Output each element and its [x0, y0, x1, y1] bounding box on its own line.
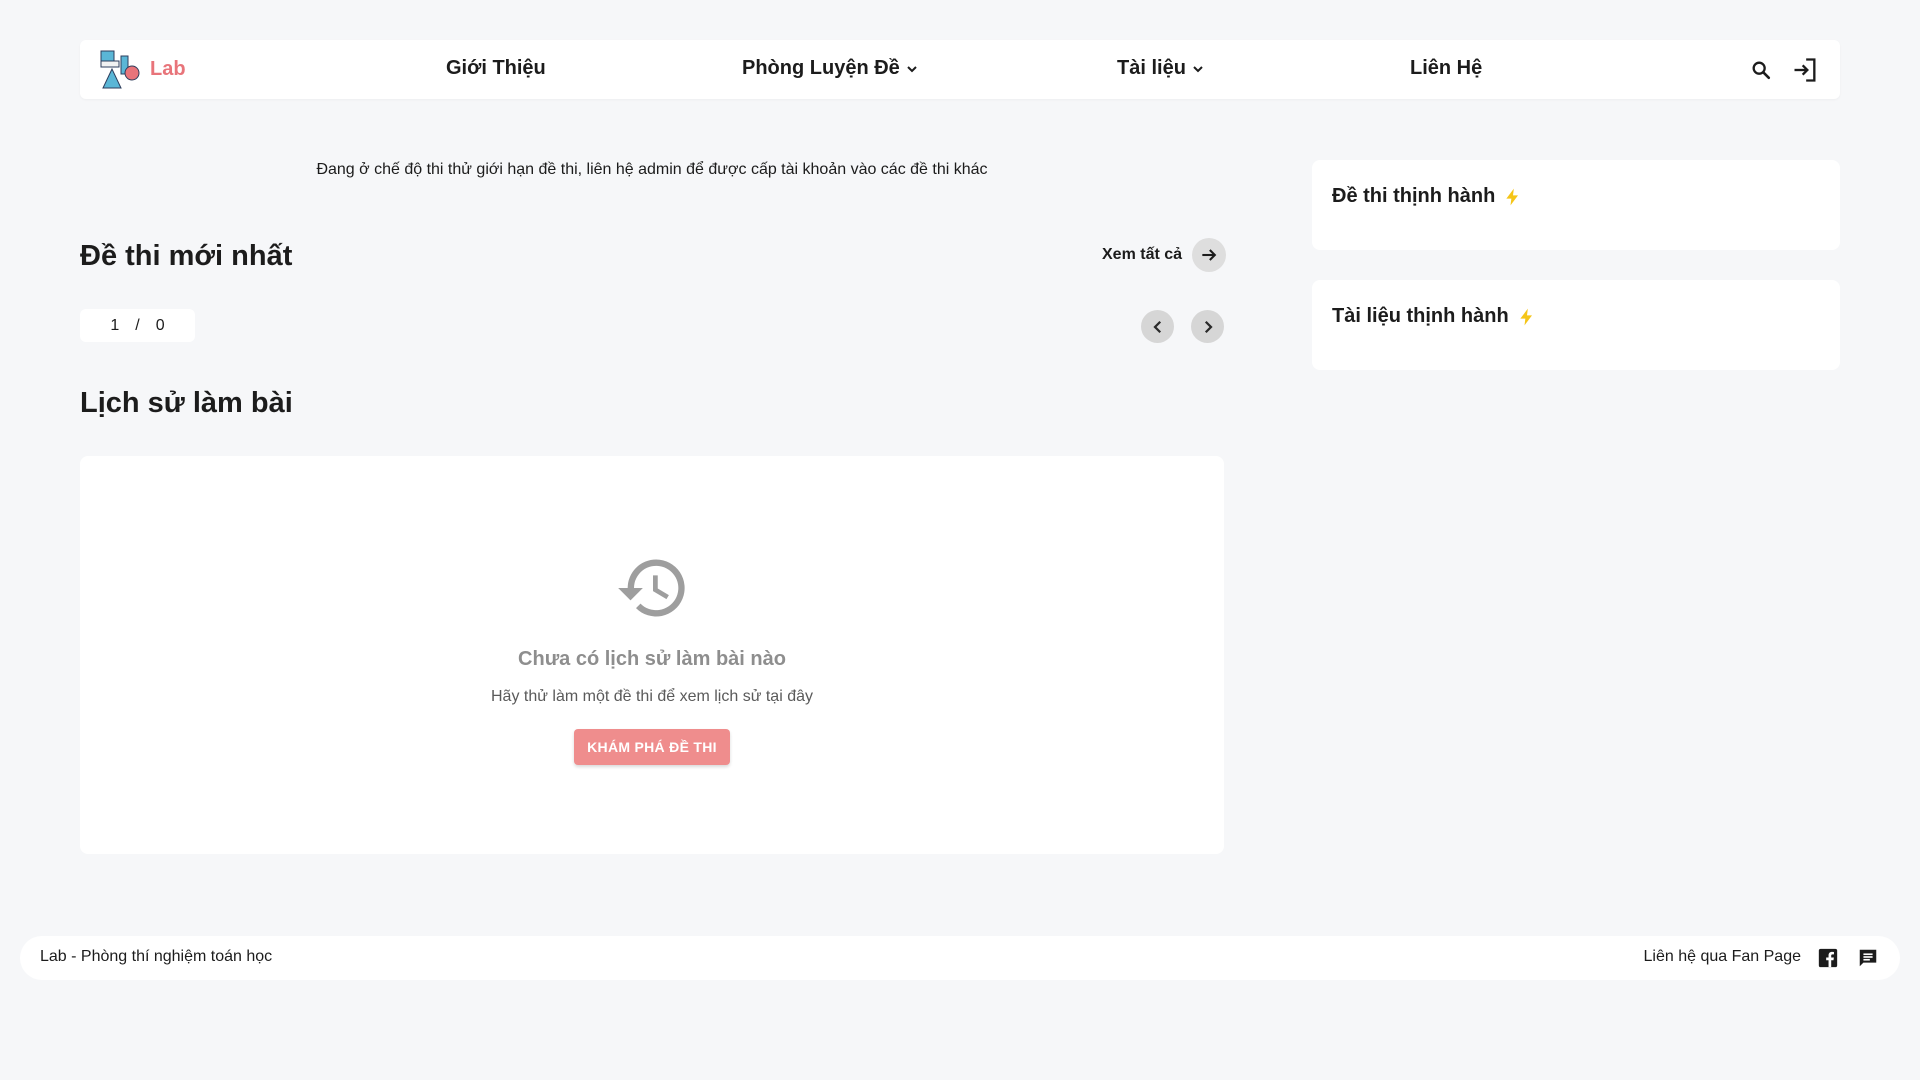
trending-exams-label: Đề thi thịnh hành	[1332, 185, 1496, 207]
view-all-label: Xem tất cả	[1102, 246, 1183, 263]
nav-intro-label: Giới Thiệu	[446, 57, 546, 79]
trending-exams-title: Đề thi thịnh hành	[1332, 185, 1523, 208]
nav-documents[interactable]: Tài liệu	[1117, 57, 1206, 80]
trending-docs-card: Tài liệu thịnh hành	[1312, 280, 1840, 370]
nav-practice-room[interactable]: Phòng Luyện Đề	[742, 57, 920, 80]
latest-exams-title: Đề thi mới nhất	[80, 240, 293, 272]
pager-current: 1	[110, 316, 120, 334]
lightning-icon	[1506, 188, 1519, 205]
empty-history-title: Chưa có lịch sử làm bài nào	[518, 648, 786, 670]
facebook-icon[interactable]	[1817, 947, 1839, 969]
chat-icon[interactable]	[1857, 947, 1879, 969]
prev-button[interactable]	[1141, 310, 1174, 343]
trending-docs-label: Tài liệu thịnh hành	[1332, 305, 1509, 327]
next-button[interactable]	[1191, 310, 1224, 343]
chevron-left-icon[interactable]	[1141, 310, 1174, 343]
trending-exams-card: Đề thi thịnh hành	[1312, 160, 1840, 250]
footer-fanpage-text: Liên hệ qua Fan Page	[1643, 948, 1801, 965]
footer: Lab - Phòng thí nghiệm toán học Liên hệ …	[20, 936, 1900, 980]
explore-exams-button[interactable]: KHÁM PHÁ ĐỀ THI	[574, 729, 730, 765]
history-icon	[615, 550, 691, 626]
search-icon[interactable]	[1747, 56, 1775, 84]
trial-mode-notice: Đang ở chế độ thi thử giới hạn đề thi, l…	[316, 161, 988, 178]
chevron-right-icon[interactable]	[1191, 310, 1224, 343]
trending-docs-title: Tài liệu thịnh hành	[1332, 305, 1537, 328]
history-empty-card: Chưa có lịch sử làm bài nào Hãy thử làm …	[80, 456, 1224, 854]
chevron-down-icon	[1193, 65, 1203, 72]
nav-contact-label: Liên Hệ	[1410, 57, 1483, 79]
footer-site-name: Lab - Phòng thí nghiệm toán học	[40, 948, 273, 965]
pager-total: 0	[155, 316, 165, 334]
login-icon[interactable]	[1791, 56, 1819, 84]
logo-icon[interactable]	[99, 50, 143, 90]
nav-intro[interactable]: Giới Thiệu	[446, 57, 546, 80]
arrow-right-icon[interactable]	[1192, 238, 1227, 272]
pagination-indicator: 1 / 0	[80, 309, 195, 342]
empty-history-subtitle: Hãy thử làm một đề thi để xem lịch sử tạ…	[491, 688, 813, 705]
view-all-link[interactable]: Xem tất cả	[1102, 238, 1227, 272]
logo-text[interactable]: Lab	[150, 58, 186, 81]
nav-documents-label: Tài liệu	[1117, 57, 1186, 79]
chevron-down-icon	[907, 65, 917, 72]
nav-practice-label: Phòng Luyện Đề	[742, 57, 900, 79]
top-navbar: Lab Giới Thiệu Phòng Luyện Đề Tài liệu L…	[80, 40, 1840, 99]
lightning-icon	[1520, 308, 1532, 325]
history-title: Lịch sử làm bài	[80, 387, 293, 419]
nav-contact[interactable]: Liên Hệ	[1410, 57, 1482, 80]
pager-separator: /	[135, 316, 140, 334]
